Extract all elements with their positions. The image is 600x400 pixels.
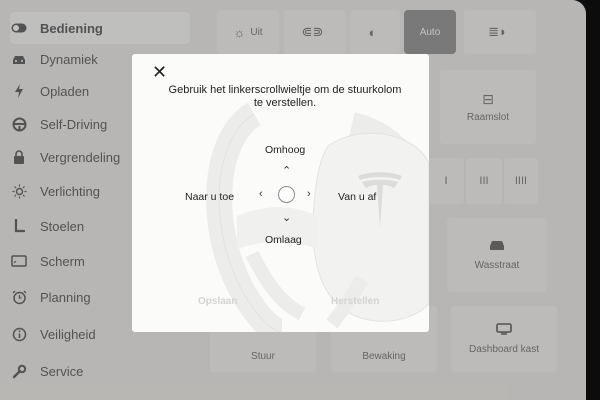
chevron-left-icon[interactable]: ‹ [259,189,263,200]
steering-column-dialog: ✕ Gebruik het linkerscrollwieltje om de … [132,54,429,332]
down-label: Omlaag [265,234,302,246]
chevron-down-icon[interactable]: ⌄ [282,213,291,224]
away-label: Van u af [338,191,377,203]
dialog-instruction: Gebruik het linkerscrollwieltje om de st… [168,84,402,109]
screen-bezel [586,0,600,400]
screen: Bediening Dynamiek Opladen Self-Driving … [0,0,586,400]
save-button[interactable]: Opslaan [198,296,237,307]
toward-label: Naar u toe [185,191,235,203]
chevron-right-icon[interactable]: › [307,189,311,200]
scroll-wheel-icon [278,186,295,203]
up-label: Omhoog [265,144,306,156]
reset-button[interactable]: Herstellen [331,296,379,307]
chevron-up-icon[interactable]: ⌃ [282,166,291,177]
close-button[interactable]: ✕ [152,63,167,81]
